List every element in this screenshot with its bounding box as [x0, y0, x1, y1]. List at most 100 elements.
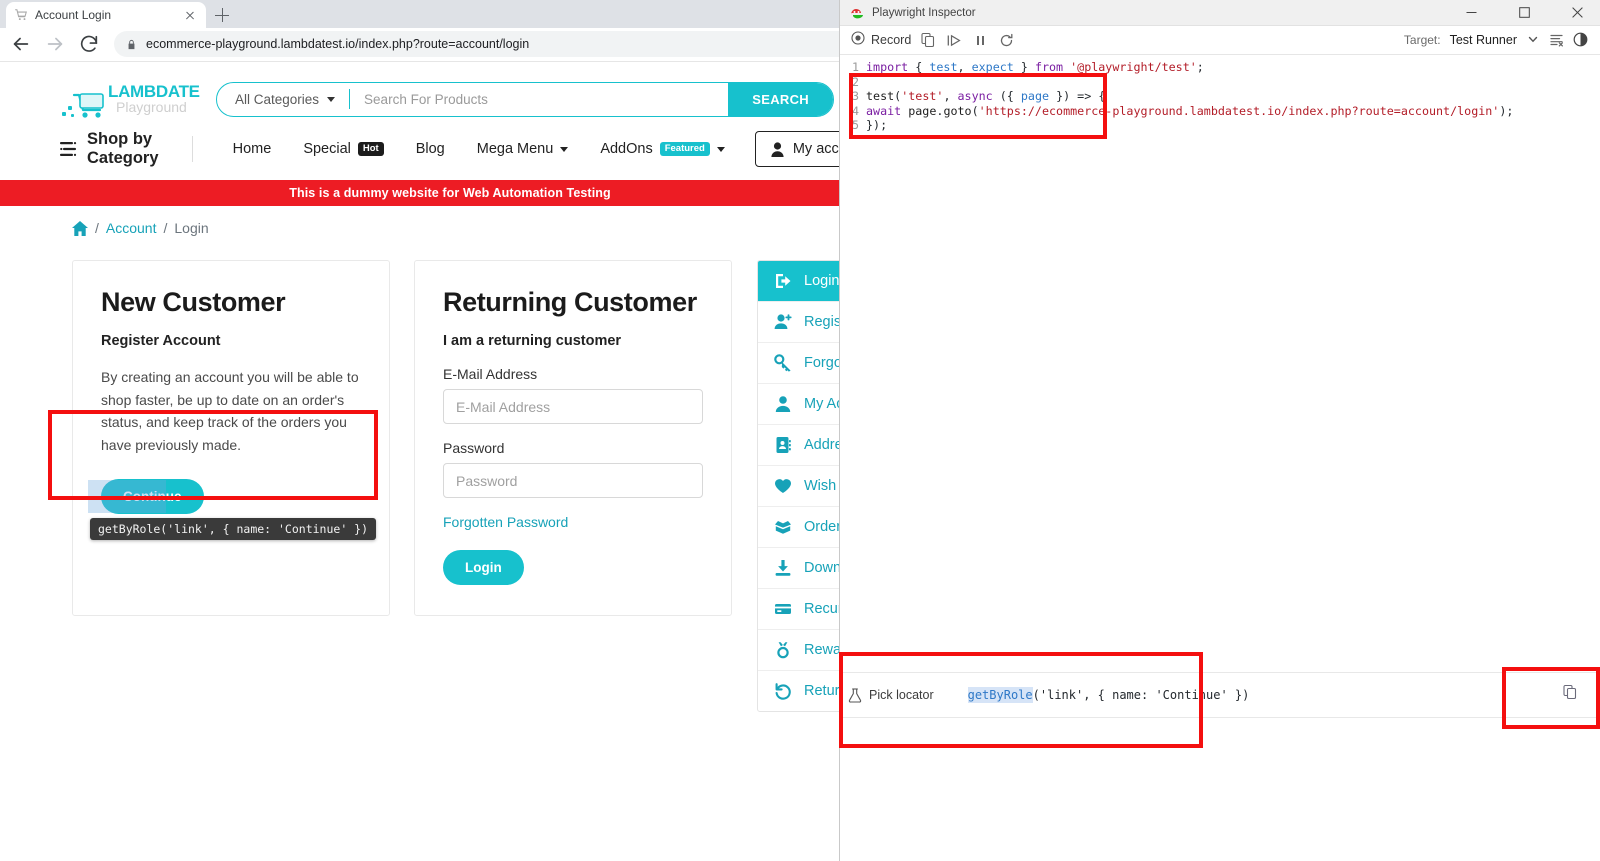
- forgotten-password-link[interactable]: Forgotten Password: [443, 514, 568, 530]
- divider: [191, 136, 193, 162]
- locator-method: getByRole: [967, 687, 1033, 703]
- inspector-toolbar: Record Target: Test Runner: [840, 26, 1600, 55]
- code-line-text: import { test, expect } from '@playwrigh…: [866, 60, 1204, 74]
- pick-locator-section: Pick locator getByRole('link', { name: '…: [840, 672, 1600, 718]
- contrast-icon[interactable]: [1573, 32, 1588, 49]
- nav-link-mega-menu[interactable]: Mega Menu: [461, 141, 585, 157]
- code-line: 4 await page.goto('https://ecommerce-pla…: [840, 104, 1600, 119]
- heart-icon: [774, 477, 792, 495]
- nav-link-home[interactable]: Home: [217, 141, 288, 157]
- pick-locator-bar: Pick locator getByRole('link', { name: '…: [840, 672, 1600, 718]
- target-label: Target:: [1403, 33, 1441, 47]
- new-tab-button[interactable]: [212, 5, 232, 25]
- hot-badge: Hot: [357, 141, 384, 157]
- copy-icon: [1562, 684, 1579, 706]
- page-viewport: LAMBDATEST Playground All Categories SEA…: [0, 61, 900, 861]
- target-value: Test Runner: [1449, 33, 1517, 47]
- step-over-icon[interactable]: [946, 32, 963, 49]
- password-label: Password: [443, 440, 505, 456]
- code-line-number: 3: [851, 89, 859, 104]
- email-field[interactable]: [443, 389, 703, 424]
- forward-arrow-icon[interactable]: [44, 33, 66, 55]
- pick-locator-label: Pick locator: [869, 688, 934, 702]
- nav-link-special[interactable]: Special Hot: [287, 141, 399, 157]
- search-input[interactable]: [350, 82, 729, 116]
- breadcrumb-separator: /: [163, 220, 168, 236]
- hamburger-icon: [60, 142, 77, 156]
- login-button[interactable]: Login: [443, 550, 524, 585]
- nav-link-blog[interactable]: Blog: [400, 141, 461, 157]
- inspector-window-title: Playwright Inspector: [872, 6, 976, 19]
- maximize-icon[interactable]: [1502, 0, 1547, 26]
- chevron-down-icon: [560, 146, 569, 152]
- minimize-icon[interactable]: [1449, 0, 1494, 26]
- breadcrumb-account[interactable]: Account: [106, 220, 157, 236]
- cart-icon: [14, 8, 28, 22]
- site-header: LAMBDATEST Playground All Categories SEA…: [0, 62, 900, 130]
- copy-icon[interactable]: [920, 32, 937, 49]
- record-icon: [851, 30, 865, 50]
- nav-link-addons[interactable]: AddOns Featured: [584, 141, 741, 157]
- breadcrumb-separator: /: [95, 220, 99, 236]
- back-arrow-icon[interactable]: [10, 33, 32, 55]
- search-button[interactable]: SEARCH: [728, 82, 833, 116]
- nav-link-label: Special: [303, 141, 351, 157]
- chevron-down-icon: [327, 96, 336, 102]
- close-icon[interactable]: [182, 7, 198, 23]
- code-line-text: });: [866, 118, 888, 133]
- code-line: 2: [840, 75, 1600, 90]
- category-select-label: All Categories: [235, 91, 320, 107]
- inspector-body: [840, 140, 1600, 861]
- page-content: New Customer Register Account By creatin…: [0, 236, 900, 712]
- password-field[interactable]: [443, 463, 703, 498]
- shop-by-category-button[interactable]: Shop by Category: [60, 130, 192, 168]
- code-line: 5});: [840, 118, 1600, 133]
- code-line-number: 1: [851, 60, 859, 74]
- browser-toolbar: ecommerce-playground.lambdatest.io/index…: [0, 28, 900, 61]
- browser-tab[interactable]: Account Login: [6, 2, 206, 28]
- pause-icon[interactable]: [972, 32, 989, 49]
- code-line-number: 5: [851, 118, 859, 133]
- clear-log-icon[interactable]: [1549, 32, 1564, 49]
- lock-icon: [126, 38, 137, 51]
- code-line: 1 import { test, expect } from '@playwrig…: [840, 60, 1600, 75]
- dummy-site-notice: This is a dummy website for Web Automati…: [0, 180, 900, 206]
- award-icon: [774, 641, 792, 659]
- chevron-down-icon: [716, 146, 725, 152]
- code-line-number: 4: [851, 103, 859, 118]
- locator-value-field[interactable]: getByRole('link', { name: 'Continue' }): [946, 687, 1540, 703]
- code-line-number: 2: [851, 74, 859, 89]
- pick-locator-button[interactable]: Pick locator: [840, 687, 946, 703]
- continue-button[interactable]: Continue: [101, 478, 204, 514]
- featured-badge: Featured: [659, 141, 710, 157]
- screen-root: Account Login ecommerce-playground.lambd…: [0, 0, 1600, 861]
- svg-text:Playground: Playground: [116, 99, 187, 115]
- locator-args: ('link', { name: 'Continue' }): [1032, 688, 1250, 702]
- close-icon[interactable]: [1555, 0, 1600, 26]
- category-select[interactable]: All Categories: [217, 92, 349, 107]
- code-line: 3 test('test', async ({ page }) => {: [840, 89, 1600, 104]
- flask-icon: [848, 687, 862, 703]
- new-customer-card: New Customer Register Account By creatin…: [72, 260, 390, 616]
- playwright-inspector-window: Playwright Inspector Record Target: Test…: [839, 0, 1600, 861]
- browser-window: Account Login ecommerce-playground.lambd…: [0, 0, 900, 861]
- copy-locator-button[interactable]: [1540, 672, 1600, 718]
- shop-by-category-label: Shop by Category: [87, 130, 159, 167]
- box-open-icon: [774, 518, 792, 536]
- address-bar-url: ecommerce-playground.lambdatest.io/index…: [146, 37, 530, 51]
- address-bar[interactable]: ecommerce-playground.lambdatest.io/index…: [114, 31, 890, 57]
- key-icon: [774, 354, 792, 372]
- returning-customer-card: Returning Customer I am a returning cust…: [414, 260, 732, 616]
- browser-tab-title: Account Login: [35, 8, 112, 22]
- record-button[interactable]: Record: [851, 30, 911, 50]
- reload-icon[interactable]: [78, 33, 100, 55]
- returning-customer-subheading: I am a returning customer: [443, 333, 622, 349]
- inspector-code-editor[interactable]: 1 import { test, expect } from '@playwrig…: [840, 55, 1600, 141]
- returning-customer-heading: Returning Customer: [443, 287, 697, 317]
- home-icon[interactable]: [72, 220, 88, 236]
- chevron-down-icon[interactable]: [1526, 32, 1540, 49]
- address-book-icon: [774, 436, 792, 454]
- resume-icon[interactable]: [998, 32, 1015, 49]
- lambdatest-logo[interactable]: LAMBDATEST Playground: [60, 78, 222, 120]
